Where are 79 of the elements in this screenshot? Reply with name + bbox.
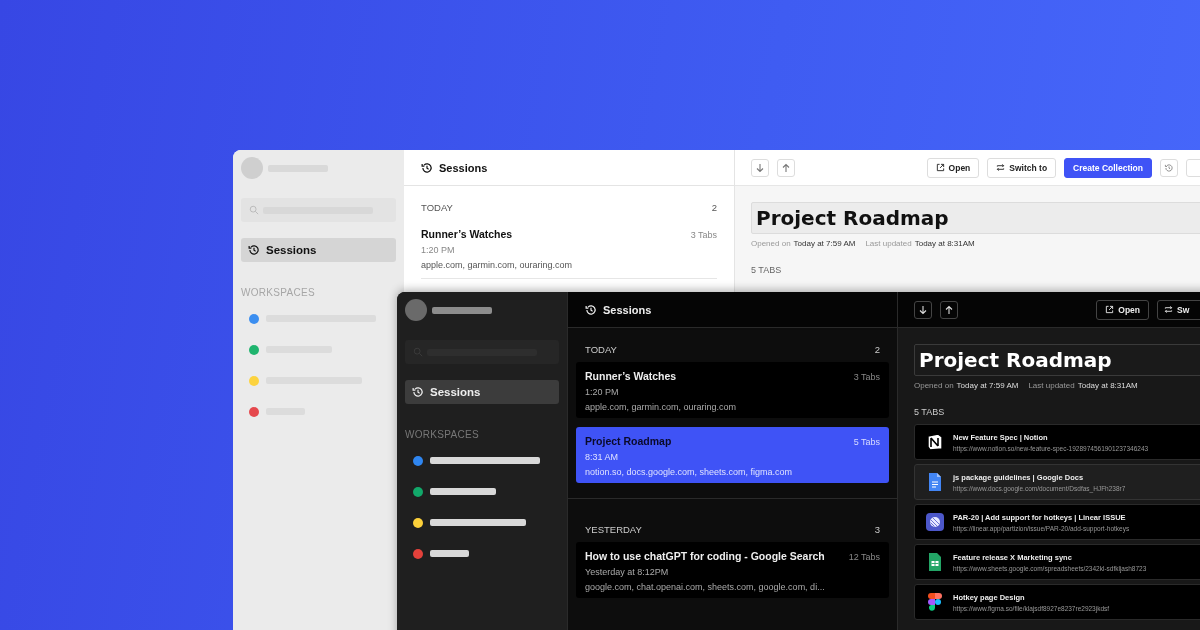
- arrow-up-icon: [781, 162, 791, 173]
- external-link-icon: [1105, 305, 1115, 314]
- session-card[interactable]: Runner’s Watches 3 Tabs 1:20 PM apple.com, garmin.com, ouraring.com: [421, 220, 717, 279]
- swap-icon: [996, 163, 1006, 172]
- tab-count: 5 Tabs: [853, 437, 880, 447]
- text-placeholder: [432, 306, 492, 314]
- session-domains: apple.com, garmin.com, ouraring.com: [585, 402, 738, 412]
- tab-count: 3 Tabs: [853, 372, 880, 382]
- open-button[interactable]: Open: [926, 157, 980, 178]
- session-domains: notion.so, docs.google.com, sheets.com, figma.com: [585, 467, 794, 477]
- meta-value: Today at 8:31AM: [914, 239, 975, 248]
- search-field[interactable]: [241, 198, 396, 222]
- history-button[interactable]: [1160, 158, 1178, 177]
- group-count: 2: [874, 343, 880, 355]
- session-title: How to use chatGPT for coding - Google Search: [585, 550, 825, 562]
- history-icon: [585, 303, 597, 316]
- session-title: Runner’s Watches: [585, 370, 677, 382]
- toolbar-button[interactable]: [1186, 158, 1200, 177]
- search-icon: [249, 205, 259, 215]
- search-field[interactable]: [405, 340, 559, 364]
- history-icon: [1164, 162, 1174, 173]
- meta-label: Opened on: [751, 239, 791, 248]
- meta-label: Opened on: [914, 381, 954, 390]
- open-button[interactable]: Open: [1096, 299, 1149, 320]
- session-domains: apple.com, garmin.com, ouraring.com: [421, 260, 574, 270]
- section-title: 5 TABS: [914, 407, 946, 417]
- cube-logo-icon: [925, 432, 945, 452]
- session-title: Project Roadmap: [585, 435, 672, 447]
- group-count: 2: [711, 201, 717, 213]
- history-icon: [412, 386, 424, 398]
- session-domains: google.com, chat.openai.com, sheets.com, google.com, di...: [585, 582, 826, 592]
- sphere-logo-icon: [925, 512, 945, 532]
- group-label: TODAY: [585, 343, 617, 355]
- avatar: [241, 157, 263, 179]
- panel-title: Sessions: [603, 303, 652, 316]
- section-title: WORKSPACES: [405, 429, 480, 440]
- text-placeholder[interactable]: [430, 519, 526, 526]
- tab-count: 3 Tabs: [690, 230, 717, 240]
- group-count: 3: [874, 523, 880, 535]
- section-title: WORKSPACES: [241, 287, 316, 298]
- session-title: Runner’s Watches: [421, 228, 513, 240]
- session-time: 1:20 PM: [421, 245, 456, 255]
- create-collection-button[interactable]: Create Collection: [1064, 157, 1152, 178]
- section-title: 5 TABS: [751, 265, 783, 275]
- meta-value: Today at 7:59 AM: [956, 381, 1019, 390]
- text-placeholder[interactable]: [430, 457, 540, 464]
- arrow-down-icon: [918, 304, 928, 315]
- session-card[interactable]: Runner’s Watches 3 Tabs 1:20 PM apple.com, garmin.com, ouraring.com: [576, 362, 889, 418]
- switch-button[interactable]: Sw: [1157, 299, 1200, 320]
- history-icon: [248, 244, 260, 256]
- meta-label: Last updated: [865, 239, 912, 248]
- session-card[interactable]: Project Roadmap 5 Tabs 8:31 AM notion.so, docs.google.com, sheets.com, figma.com: [576, 427, 889, 483]
- group-label: TODAY: [421, 201, 453, 213]
- session-time: 8:31 AM: [585, 452, 620, 462]
- arrow-up-icon: [944, 304, 954, 315]
- session-card[interactable]: How to use chatGPT for coding - Google Search 12 Tabs Yesterday at 8:12PM google.com, chat.openai.com, sheets.com, google.com, di...: [576, 542, 889, 598]
- avatar: [405, 299, 427, 321]
- sidebar-item[interactable]: Sessions: [241, 238, 396, 262]
- history-icon: [421, 161, 433, 174]
- meta-label: Last updated: [1028, 381, 1075, 390]
- meta-value: Today at 7:59 AM: [793, 239, 856, 248]
- collection-title-field[interactable]: Project Roadmap: [914, 344, 1200, 376]
- sidebar-item[interactable]: Sessions: [405, 380, 559, 404]
- panel-title: Sessions: [439, 161, 488, 174]
- session-time: Yesterday at 8:12PM: [585, 567, 670, 577]
- external-link-icon: [935, 163, 945, 172]
- switch-button[interactable]: Switch to: [987, 157, 1057, 178]
- session-time: 1:20 PM: [585, 387, 620, 397]
- arrow-down-icon: [755, 162, 765, 173]
- collection-title-field[interactable]: Project Roadmap: [751, 202, 1200, 234]
- text-placeholder[interactable]: [430, 550, 469, 557]
- down-button[interactable]: [914, 300, 932, 319]
- meta-value: Today at 8:31AM: [1077, 381, 1138, 390]
- shapes-logo-icon: [925, 592, 945, 612]
- tab-count: 12 Tabs: [848, 552, 880, 562]
- up-button[interactable]: [940, 300, 958, 319]
- text-placeholder[interactable]: [430, 488, 496, 495]
- group-label: YESTERDAY: [585, 523, 642, 535]
- swap-icon: [1164, 305, 1173, 314]
